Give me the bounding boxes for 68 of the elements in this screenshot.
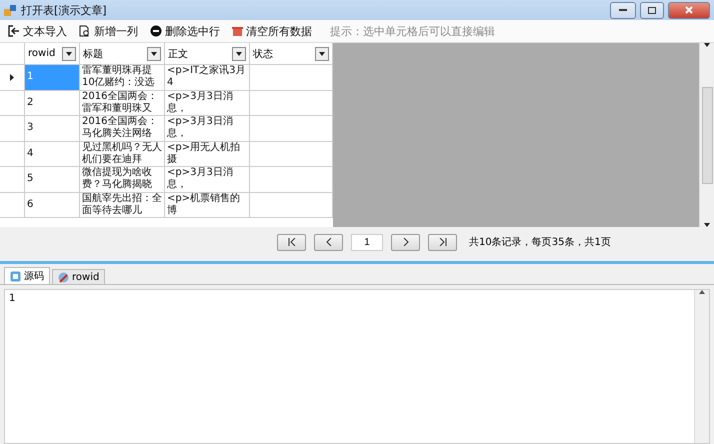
table-cell: 1 — [25, 65, 80, 90]
close-button[interactable] — [668, 2, 710, 18]
scrollbar[interactable] — [694, 290, 709, 443]
dropdown-button[interactable] — [62, 46, 76, 60]
toolbar-button[interactable]: 清空所有数据 — [230, 24, 314, 38]
table-cell: <p>机票销售的博 — [165, 192, 250, 218]
tab[interactable]: 源码 — [4, 267, 50, 284]
dropdown-button[interactable] — [147, 46, 161, 60]
document-icon — [10, 270, 21, 282]
table-cell: 2 — [25, 90, 80, 116]
previous-page-button[interactable] — [314, 234, 343, 250]
table-cell: 2016全国两会：雷军和董明珠又 — [80, 90, 165, 116]
dropdown-button[interactable] — [232, 46, 246, 60]
page-summary: 共10条记录，每页35条，共1页 — [469, 236, 611, 249]
table-cell: 雷军董明珠再提10亿赌约：没选 — [80, 65, 165, 90]
caret-up-icon — [699, 290, 705, 294]
tab[interactable]: rowid — [52, 269, 106, 284]
hint-text: 提示：选中单元格后可以直接编辑 — [330, 24, 495, 38]
table-cell: 6 — [25, 192, 80, 218]
dropdown-button[interactable] — [315, 46, 329, 60]
table-cell: 2016全国两会：马化腾关注网络 — [80, 116, 165, 142]
scrollbar[interactable] — [699, 43, 714, 227]
maximize-icon — [648, 6, 656, 14]
pencil-icon — [58, 272, 69, 282]
chevron-left-icon — [326, 238, 332, 246]
toolbar-button[interactable]: 删除选中行 — [148, 24, 222, 38]
table-cell: <p>3月3日消息， — [165, 116, 250, 142]
import-icon — [8, 25, 20, 37]
toolbar-button[interactable]: 文本导入 — [6, 24, 69, 38]
last-page-button[interactable] — [428, 234, 457, 250]
table-cell: <p>IT之家讯3月4 — [165, 65, 250, 90]
column-header[interactable]: 正文 — [165, 43, 250, 65]
window-title: 打开表[演示文章] — [21, 2, 107, 18]
column-header[interactable]: 标题 — [80, 43, 165, 65]
first-page-button[interactable] — [277, 234, 306, 250]
table-cell: <p>3月3日消息， — [165, 90, 250, 116]
table-cell: 见过黑机吗？无人机们要在迪拜 — [80, 142, 165, 167]
app-icon — [4, 4, 17, 16]
column-header[interactable]: 状态 — [250, 43, 333, 65]
page-input[interactable]: 1 — [351, 234, 383, 250]
editor-text: 1 — [8, 292, 16, 306]
table-cell: <p>3月3日消息， — [165, 167, 250, 192]
caret-icon — [66, 52, 72, 56]
minus-circle-icon — [150, 25, 162, 37]
caret-icon — [704, 223, 710, 227]
table-cell: 微信提现为啥收费？马化腾揭晓 — [80, 167, 165, 192]
first-page-icon — [288, 238, 296, 246]
caret-icon — [151, 52, 157, 56]
minimize-button[interactable] — [610, 2, 636, 18]
table-cell: 5 — [25, 167, 80, 192]
minimize-icon — [619, 8, 627, 12]
current-row-icon — [10, 74, 14, 81]
last-page-icon — [438, 238, 446, 246]
table-cell: 4 — [25, 142, 80, 167]
toolbar-button[interactable]: 新增一列 — [77, 24, 140, 38]
chevron-right-icon — [402, 238, 408, 246]
caret-icon — [319, 52, 325, 56]
table-cell: 3 — [25, 116, 80, 142]
table-cell: <p>用无人机拍摄 — [165, 142, 250, 167]
column-header[interactable]: rowid — [25, 43, 80, 65]
caret-icon — [236, 52, 242, 56]
next-page-button[interactable] — [391, 234, 420, 250]
document-icon — [79, 25, 91, 37]
source-editor[interactable]: 1 — [4, 289, 710, 444]
close-icon — [685, 6, 693, 14]
trash-icon — [232, 26, 243, 36]
maximize-button[interactable] — [640, 2, 664, 18]
table-cell: 国航宰先出招：全面等待去哪儿 — [80, 192, 165, 218]
